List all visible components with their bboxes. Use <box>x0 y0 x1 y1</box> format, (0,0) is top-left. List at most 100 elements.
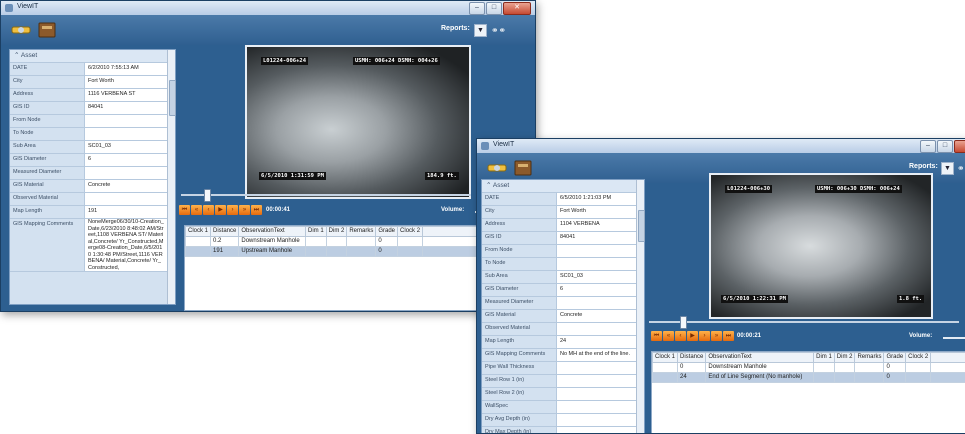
asset-field-value[interactable]: No MH at the end of the line. <box>557 349 637 362</box>
sewer-pipe-icon[interactable] <box>11 22 31 38</box>
asset-field-label: Address <box>482 219 557 232</box>
close-button[interactable]: ✕ <box>503 2 531 15</box>
asset-field-value[interactable] <box>85 115 168 128</box>
step-forward-button[interactable]: › <box>227 205 238 215</box>
minimize-button[interactable]: – <box>920 140 936 153</box>
reports-dropdown[interactable]: ▼ <box>941 162 954 175</box>
title-bar[interactable]: ViewIT – □ ✕ <box>477 139 965 153</box>
sewer-pipe-icon[interactable] <box>487 160 507 176</box>
playback-slider[interactable] <box>181 194 471 196</box>
column-header[interactable]: Remarks <box>347 227 376 237</box>
volume-slider[interactable] <box>943 337 965 339</box>
table-row[interactable]: 24End of Line Segment (No manhole)0 <box>653 373 965 383</box>
asset-field-value[interactable] <box>557 427 637 434</box>
step-back-button[interactable]: ‹ <box>675 331 686 341</box>
inspection-video[interactable]: L01224-006+30 USMH: 006+30 DSMH: 006+24 … <box>709 173 933 319</box>
column-header[interactable]: Clock 1 <box>653 353 678 363</box>
glasses-icon[interactable]: ⚭⚭ <box>491 25 506 36</box>
last-button[interactable]: ⏭ <box>723 331 734 341</box>
table-cell: 0 <box>376 237 398 247</box>
asset-field-value[interactable] <box>557 388 637 401</box>
asset-field-value[interactable]: SC01_03 <box>85 141 168 154</box>
column-header[interactable]: Remarks <box>855 353 884 363</box>
glasses-icon[interactable]: ⚭⚭ <box>957 163 965 174</box>
asset-header[interactable]: ⌃ Asset <box>10 50 175 63</box>
column-header[interactable]: Grade <box>376 227 398 237</box>
slider-thumb[interactable] <box>680 316 687 329</box>
column-header[interactable]: Distance <box>211 227 239 237</box>
asset-field-value[interactable] <box>557 297 637 310</box>
asset-field-value[interactable] <box>557 245 637 258</box>
asset-field-value[interactable]: 1104 VERBENA <box>557 219 637 232</box>
book-icon[interactable] <box>513 160 533 176</box>
column-header[interactable]: Dim 2 <box>834 353 855 363</box>
asset-header-label: Asset <box>493 182 509 189</box>
asset-field-value[interactable] <box>557 401 637 414</box>
first-button[interactable]: ⏮ <box>651 331 662 341</box>
last-button[interactable]: ⏭ <box>251 205 262 215</box>
asset-field-value[interactable] <box>85 167 168 180</box>
asset-scrollbar[interactable] <box>636 180 644 434</box>
playback-slider[interactable] <box>649 321 959 323</box>
asset-field-value[interactable]: Concrete <box>557 310 637 323</box>
table-cell: 24 <box>678 373 706 383</box>
inspection-video[interactable]: L01224-006+24 USMH: 006+24 DSMH: 004+26 … <box>245 45 471 199</box>
column-header[interactable]: ObservationText <box>706 353 814 363</box>
asset-field-value[interactable]: Fort Worth <box>557 206 637 219</box>
table-row[interactable]: 0Downstream Manhole0 <box>653 363 965 373</box>
asset-field-value[interactable] <box>557 258 637 271</box>
asset-field-value[interactable] <box>557 414 637 427</box>
reports-dropdown[interactable]: ▼ <box>474 24 487 37</box>
asset-field-value[interactable]: 84041 <box>85 102 168 115</box>
scroll-thumb[interactable] <box>638 210 645 242</box>
asset-field-value[interactable] <box>85 193 168 206</box>
column-header[interactable]: Dim 2 <box>326 227 347 237</box>
column-header[interactable]: Clock 2 <box>906 353 931 363</box>
asset-row: GIS ID84041 <box>482 232 636 245</box>
asset-field-value[interactable] <box>557 323 637 336</box>
asset-row: GIS Diameter6 <box>482 284 636 297</box>
asset-field-value[interactable]: 6/2/2010 7:55:13 AM <box>85 63 168 76</box>
prev-chapter-button[interactable]: « <box>663 331 674 341</box>
playback-time: 00:00:21 <box>737 333 761 339</box>
play-button[interactable]: ▶ <box>215 205 226 215</box>
asset-field-value[interactable]: NoneMerge06/30/10-Creation_Date,6/23/201… <box>85 219 168 272</box>
first-button[interactable]: ⏮ <box>179 205 190 215</box>
maximize-button[interactable]: □ <box>937 140 953 153</box>
asset-field-value[interactable]: Fort Worth <box>85 76 168 89</box>
asset-field-value[interactable]: 1116 VERBENA ST <box>85 89 168 102</box>
column-header[interactable]: Dim 1 <box>305 227 326 237</box>
step-back-button[interactable]: ‹ <box>203 205 214 215</box>
asset-field-value[interactable]: 84041 <box>557 232 637 245</box>
asset-field-value[interactable]: 24 <box>557 336 637 349</box>
scroll-thumb[interactable] <box>169 80 176 116</box>
asset-field-value[interactable] <box>557 362 637 375</box>
slider-thumb[interactable] <box>204 189 211 202</box>
column-header[interactable]: Clock 1 <box>186 227 211 237</box>
asset-header[interactable]: ⌃ Asset <box>482 180 644 193</box>
prev-chapter-button[interactable]: « <box>191 205 202 215</box>
asset-field-value[interactable]: 6/5/2010 1:21:03 PM <box>557 193 637 206</box>
asset-scrollbar[interactable] <box>167 50 175 304</box>
column-header[interactable]: Grade <box>884 353 906 363</box>
minimize-button[interactable]: – <box>469 2 485 15</box>
step-forward-button[interactable]: › <box>699 331 710 341</box>
asset-field-value[interactable]: Concrete <box>85 180 168 193</box>
asset-field-value[interactable] <box>85 128 168 141</box>
next-chapter-button[interactable]: » <box>711 331 722 341</box>
column-header[interactable]: Distance <box>678 353 706 363</box>
column-header[interactable]: Dim 1 <box>814 353 835 363</box>
play-button[interactable]: ▶ <box>687 331 698 341</box>
next-chapter-button[interactable]: » <box>239 205 250 215</box>
asset-field-value[interactable]: 6 <box>557 284 637 297</box>
asset-field-value[interactable]: 191 <box>85 206 168 219</box>
asset-field-value[interactable] <box>557 375 637 388</box>
title-bar[interactable]: ViewIT – □ ✕ <box>1 1 535 15</box>
asset-field-value[interactable]: SC01_03 <box>557 271 637 284</box>
column-header[interactable]: Clock 2 <box>398 227 423 237</box>
column-header[interactable]: ObservationText <box>239 227 306 237</box>
book-icon[interactable] <box>37 22 57 38</box>
close-button[interactable]: ✕ <box>954 140 965 153</box>
maximize-button[interactable]: □ <box>486 2 502 15</box>
asset-field-value[interactable]: 6 <box>85 154 168 167</box>
